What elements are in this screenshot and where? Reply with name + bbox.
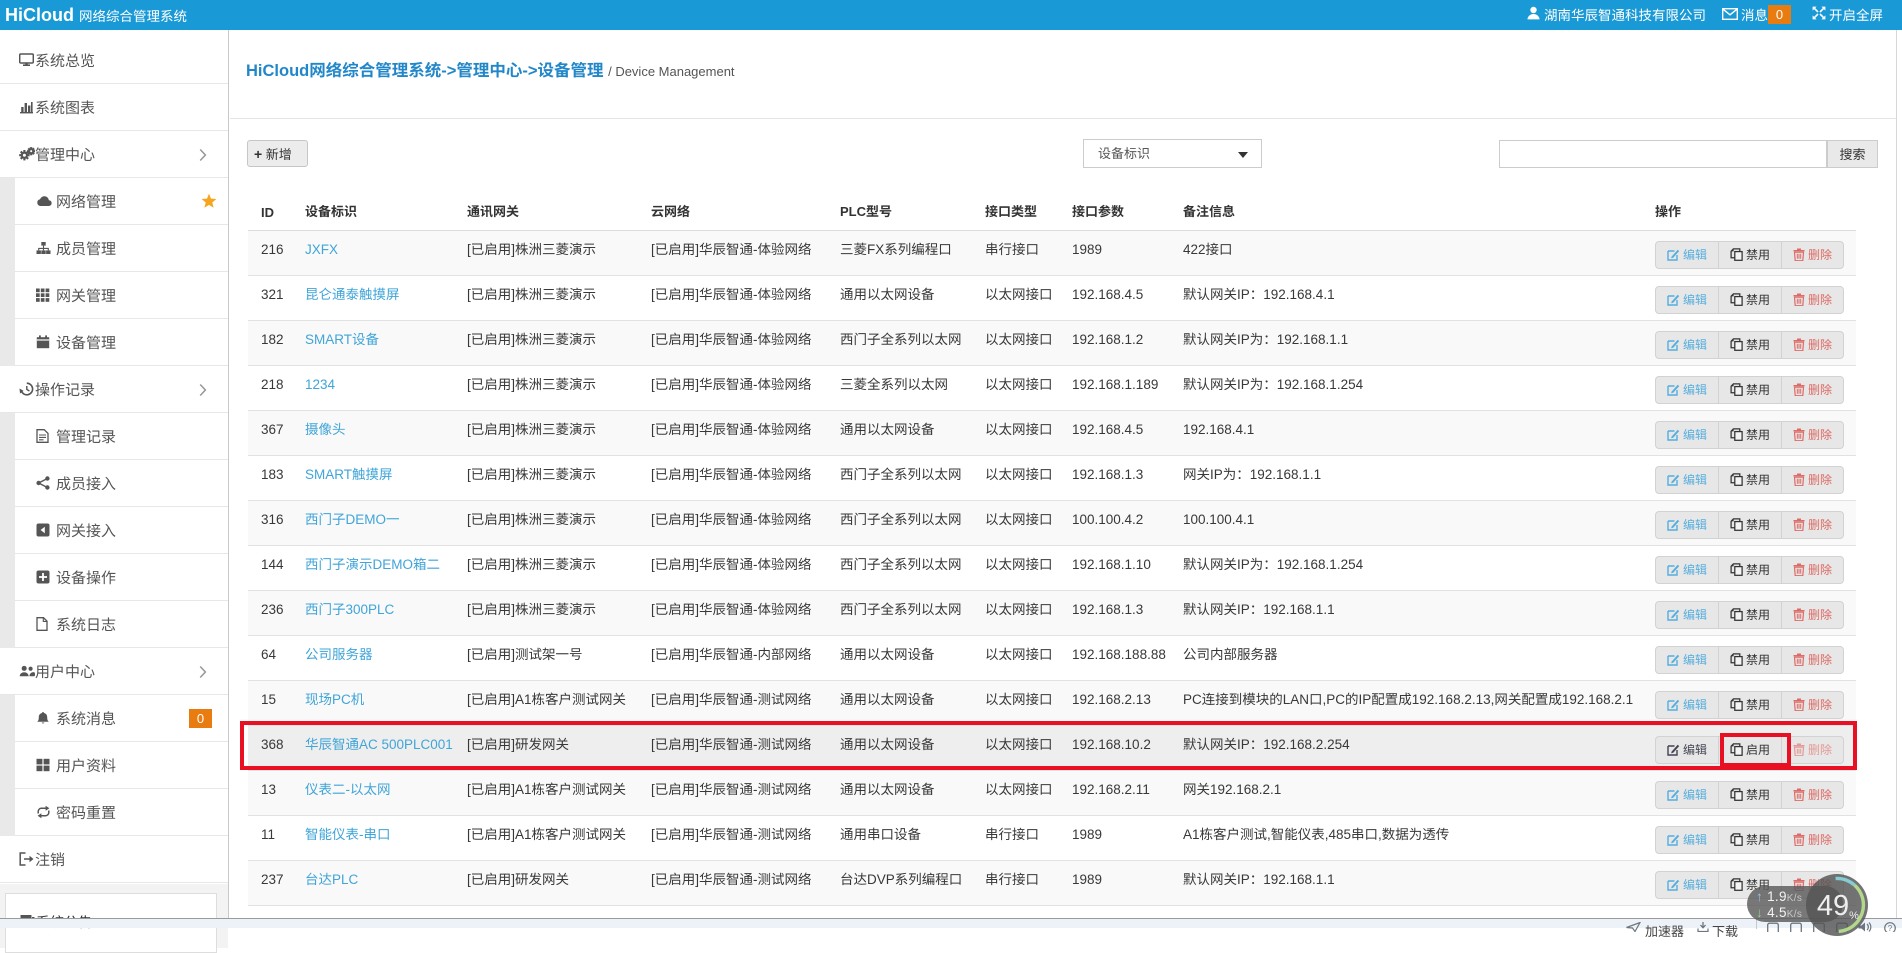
svg-text:%: %	[1849, 910, 1859, 922]
svg-text:?: ?	[1888, 924, 1893, 932]
svg-text:49: 49	[1817, 890, 1849, 922]
